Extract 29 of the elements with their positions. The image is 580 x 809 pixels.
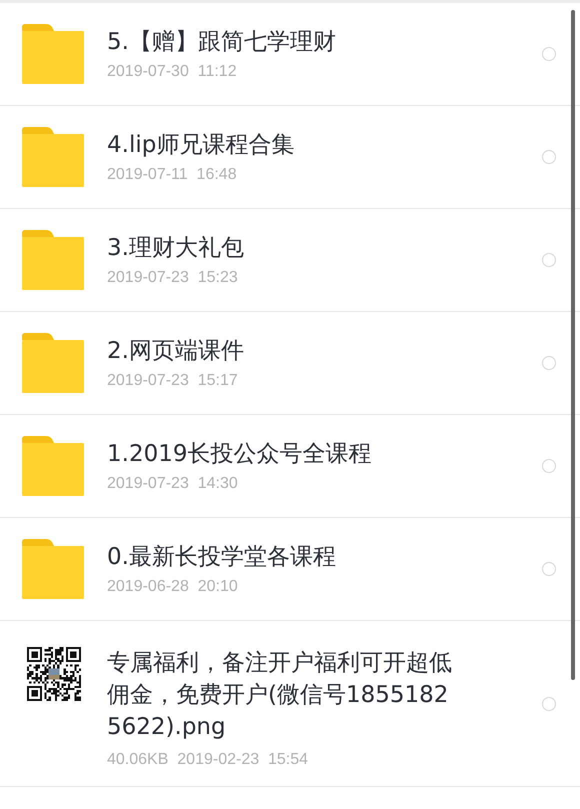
select-radio[interactable]: [542, 562, 556, 576]
select-radio[interactable]: [542, 47, 556, 61]
scrollbar[interactable]: [571, 10, 575, 680]
folder-icon: [22, 436, 84, 496]
select-radio[interactable]: [542, 150, 556, 164]
folder-name: 3.理财大礼包: [107, 234, 245, 263]
select-radio[interactable]: [542, 459, 556, 473]
folder-name: 0.最新长投学堂各课程: [107, 543, 337, 572]
folder-name: 1.2019长投公众号全课程: [107, 440, 372, 469]
folder-icon: [22, 333, 84, 393]
file-name: 专属福利，备注开户福利可开超低佣金，免费开户(微信号18551825622).png: [107, 649, 452, 742]
folder-icon: [22, 539, 84, 599]
file-details: 2019-07-11 16:48: [107, 166, 238, 184]
file-details: 2019-07-23 15:23: [107, 269, 239, 287]
folder-name: 2.网页端课件: [107, 337, 245, 366]
folder-name: 4.lip师兄课程合集: [107, 131, 296, 160]
folder-icon: [22, 127, 84, 187]
file-details: 2019-07-30 11:12: [107, 63, 238, 81]
file-details: 2019-06-28 20:10: [107, 578, 239, 596]
folder-name: 5.【赠】跟简七学理财: [107, 28, 337, 57]
qr-code-thumbnail: [27, 647, 81, 701]
file-details: 2019-07-23 15:17: [107, 372, 239, 390]
select-radio[interactable]: [542, 356, 556, 370]
folder-icon: [22, 230, 84, 290]
select-radio[interactable]: [542, 253, 556, 267]
folder-icon: [22, 24, 84, 84]
file-details: 2019-07-23 14:30: [107, 475, 239, 493]
file-details: 40.06KB 2019-02-23 15:54: [107, 751, 310, 769]
select-radio[interactable]: [542, 697, 556, 711]
